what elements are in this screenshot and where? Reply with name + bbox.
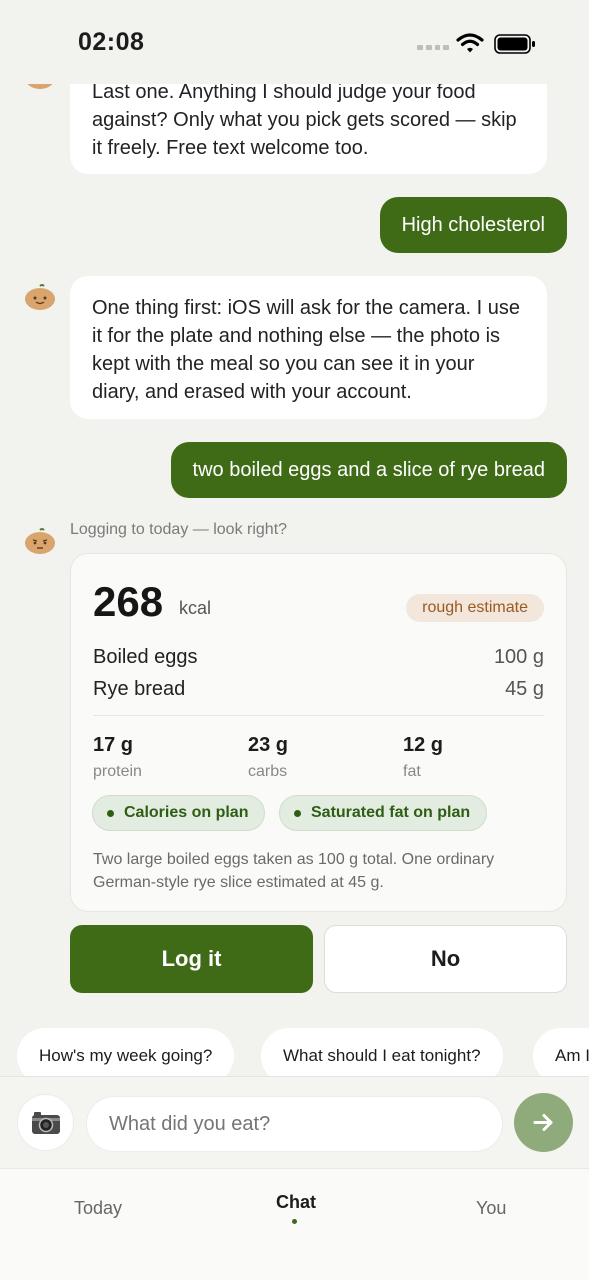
message-composer [0, 1076, 589, 1168]
food-item-qty: 100 g [493, 646, 544, 668]
macro-protein: 17 g protein [93, 734, 142, 781]
food-item-row: Rye bread 45 g [93, 678, 544, 701]
tab-bar: Today Chat You [0, 1168, 589, 1280]
tab-chat[interactable]: Chat [276, 1192, 316, 1213]
assistant-message: One thing first: iOS will ask for the ca… [70, 276, 547, 419]
estimate-badge: rough estimate [406, 594, 544, 622]
meal-log-card: 268 kcal rough estimate Boiled eggs 100 … [70, 553, 567, 912]
suggestion-chip[interactable]: How's my week going? [17, 1028, 235, 1076]
macro-value: 12 g [403, 734, 444, 756]
macro-value: 23 g [248, 734, 289, 756]
suggestion-chip[interactable]: What should I eat tonight? [261, 1028, 503, 1076]
calories-value: 268 [93, 578, 164, 625]
estimate-note: Two large boiled eggs taken as 100 g tot… [93, 851, 495, 891]
user-message: High cholesterol [379, 197, 567, 253]
send-button[interactable] [514, 1093, 573, 1152]
status-dot-icon [107, 809, 114, 817]
tab-you[interactable]: You [476, 1198, 506, 1219]
wifi-icon [456, 33, 484, 53]
suggestion-chip[interactable]: Am I [533, 1028, 589, 1076]
card-divider [93, 715, 544, 716]
food-item-name: Rye bread [93, 678, 186, 700]
battery-icon [494, 34, 535, 54]
macro-label: carbs [248, 763, 288, 780]
calories-unit: kcal [179, 598, 212, 618]
tab-today[interactable]: Today [74, 1198, 122, 1219]
macro-value: 17 g [93, 734, 134, 756]
assistant-avatar [24, 528, 56, 556]
active-tab-indicator [292, 1219, 297, 1224]
check-pill-calories: Calories on plan [92, 795, 266, 831]
status-bar: 02:08 [0, 0, 589, 84]
macro-fat: 12 g fat [403, 734, 443, 781]
cellular-signal-icon [417, 45, 449, 51]
check-pill-saturated-fat: Saturated fat on plan [279, 795, 488, 831]
log-it-button[interactable]: Log it [70, 925, 313, 993]
check-pill-label: Calories on plan [124, 804, 249, 821]
meal-input[interactable] [86, 1096, 503, 1152]
chat-thread: Last one. Anything I should judge your f… [0, 0, 589, 1076]
food-item-qty: 45 g [505, 678, 544, 700]
food-item-name: Boiled eggs [93, 646, 198, 668]
macro-label: protein [93, 763, 142, 780]
user-message: two boiled eggs and a slice of rye bread [170, 442, 567, 498]
status-dot-icon [294, 809, 301, 817]
log-card-label: Logging to today — look right? [70, 521, 288, 538]
assistant-avatar [24, 284, 56, 312]
food-item-row: Boiled eggs 100 g [93, 646, 544, 669]
arrow-right-icon [533, 1114, 553, 1131]
macro-carbs: 23 g carbs [248, 734, 288, 781]
check-pill-label: Saturated fat on plan [311, 804, 471, 821]
reject-button[interactable]: No [324, 925, 567, 993]
camera-button[interactable] [17, 1094, 74, 1151]
status-time: 02:08 [78, 28, 145, 56]
macro-label: fat [403, 763, 421, 780]
camera-icon [32, 1112, 60, 1134]
